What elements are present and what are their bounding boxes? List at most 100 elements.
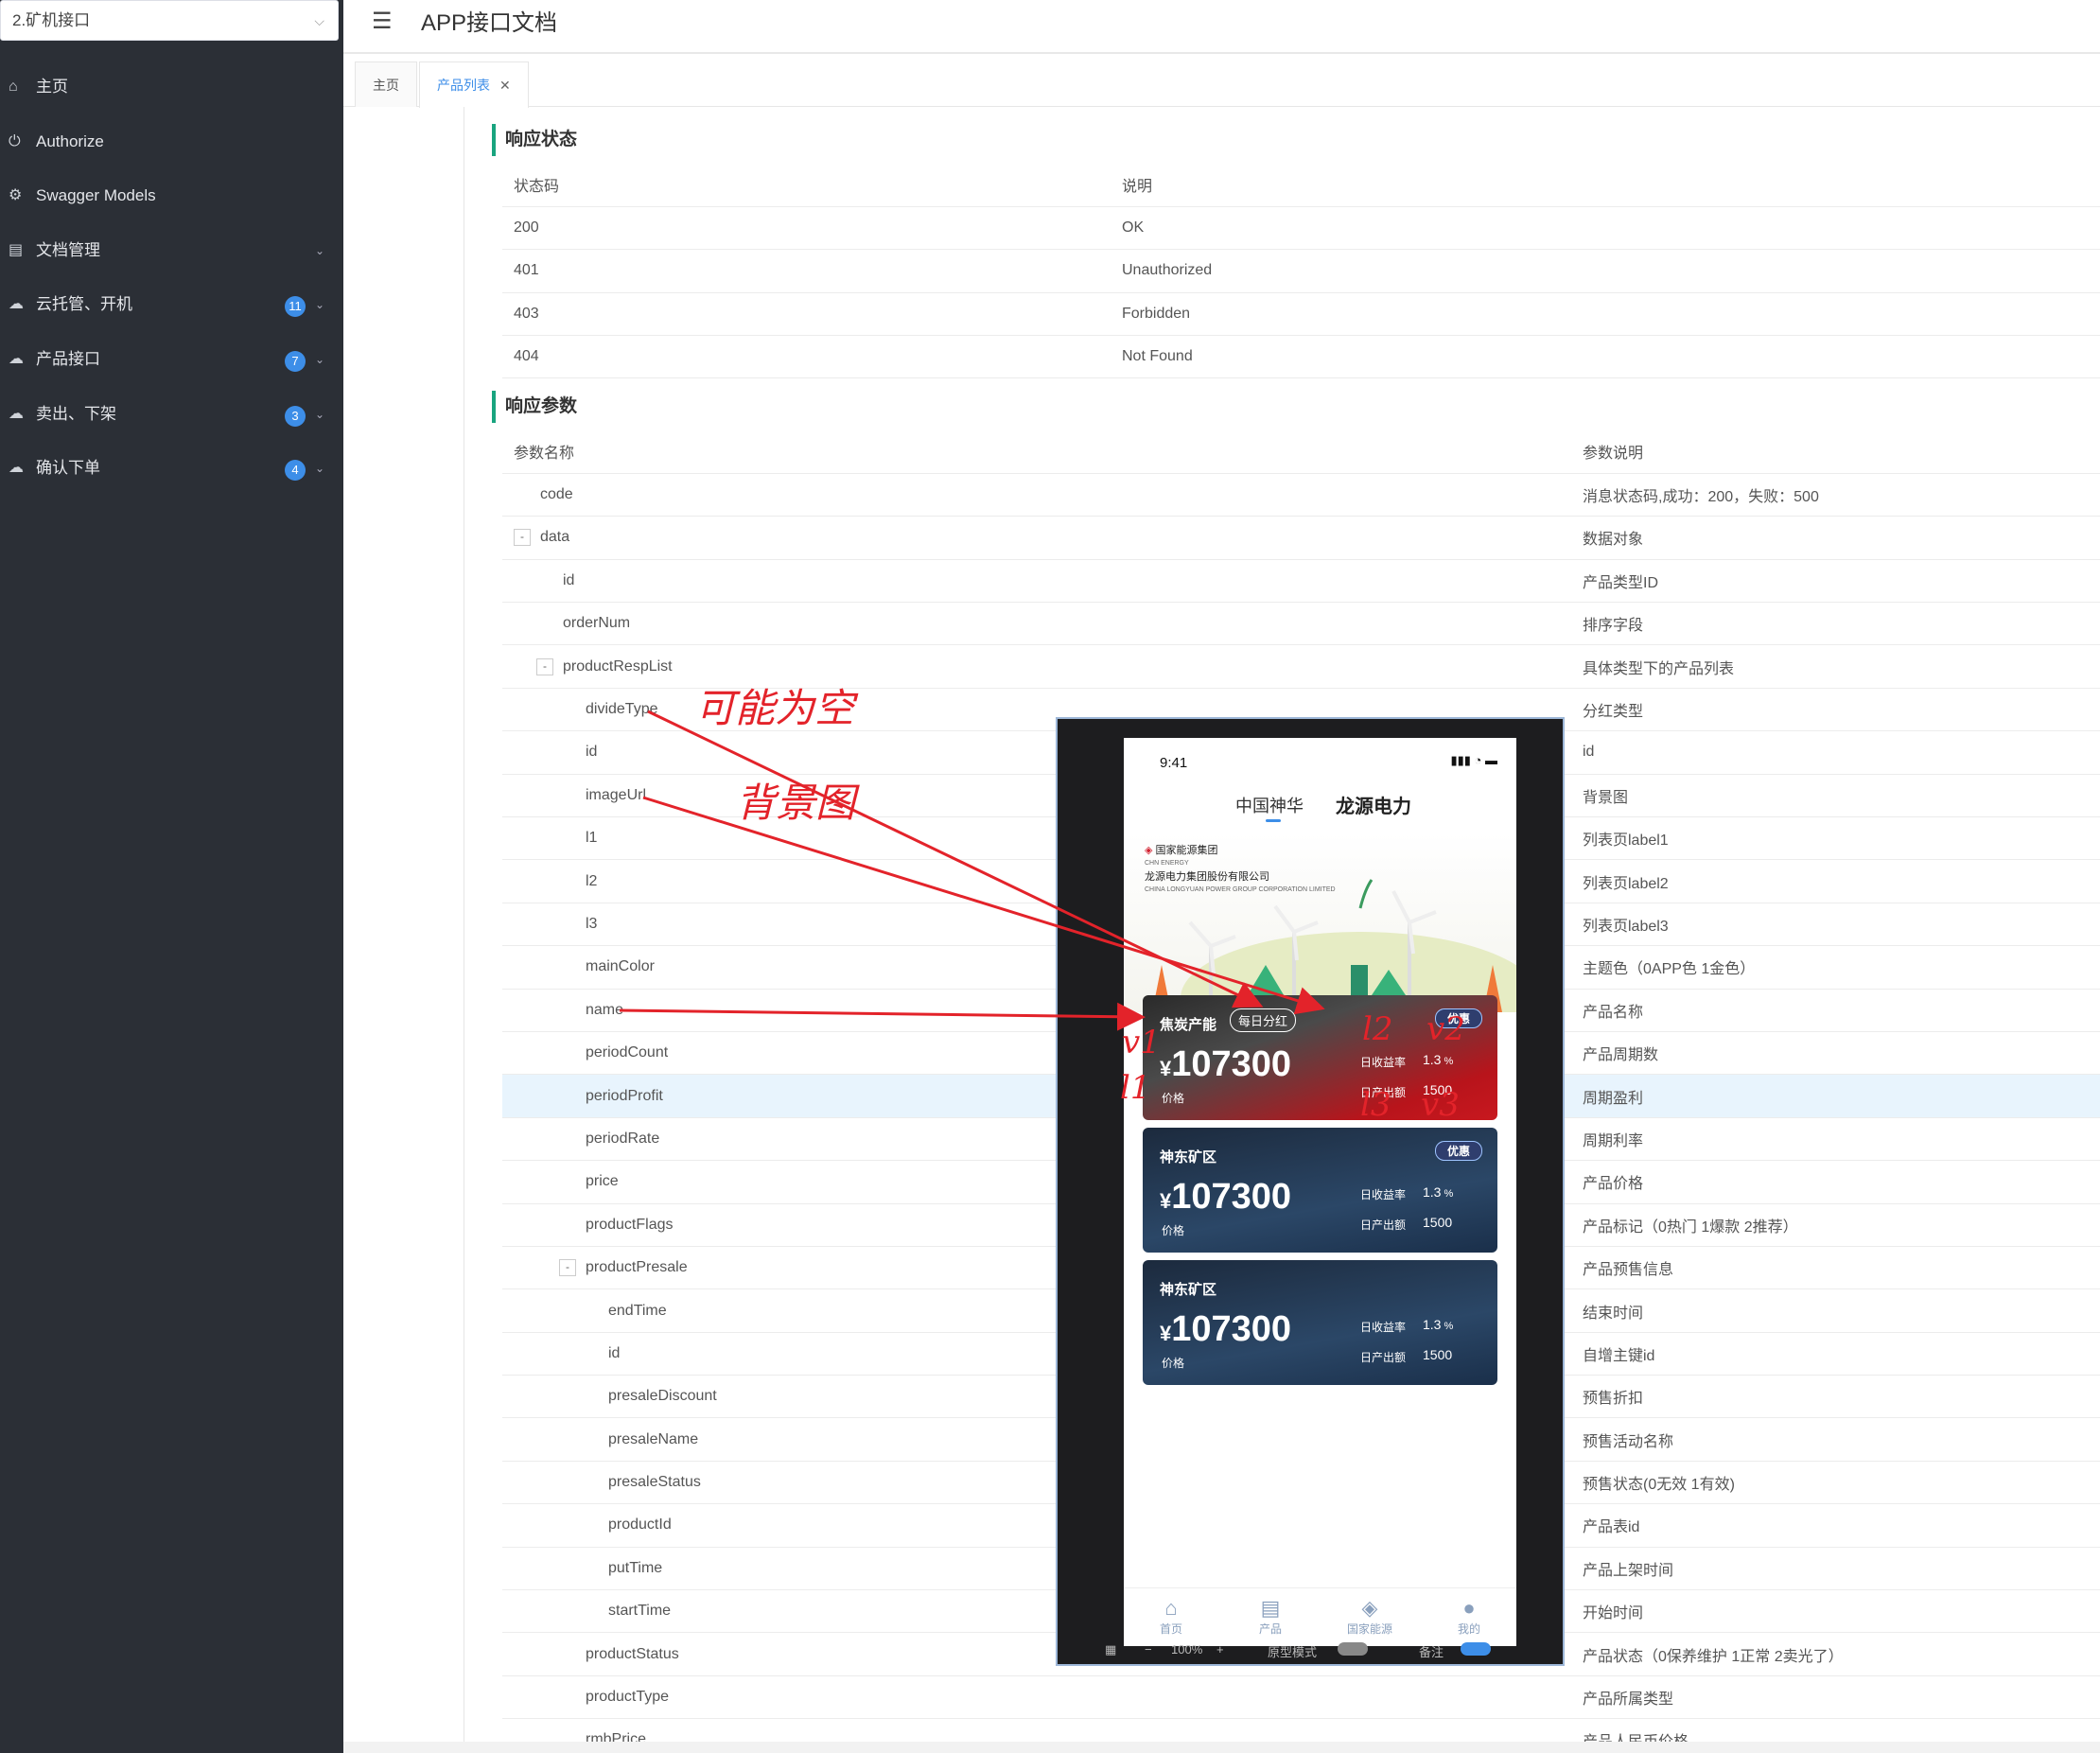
product-card[interactable]: 神东矿区 优惠 ¥107300 价格 日收益率 1.3% 日产出额 1500 [1143, 1128, 1497, 1253]
section-title-params: 响应参数 [492, 391, 577, 423]
count-badge: 4 [285, 460, 306, 482]
bottom-nav-item[interactable]: ▤ 产品 [1242, 1596, 1299, 1637]
chevron-down-icon[interactable]: ⌄ [315, 449, 324, 487]
count-badge: 3 [285, 405, 306, 427]
wind-turbine-illustration [1152, 879, 1516, 1012]
grid-icon[interactable]: ▦ [1105, 1642, 1116, 1657]
sidebar-item-1[interactable]: ⏻ Authorize [0, 123, 343, 178]
value-v3: 1500 [1423, 1347, 1453, 1362]
price-value: 107300 [1171, 1309, 1292, 1349]
sidebar-item-label: Authorize [36, 131, 104, 150]
sidebar-item-0[interactable]: ⌂ 主页 [0, 68, 343, 123]
bottom-nav-item[interactable]: ⌂ 首页 [1143, 1596, 1199, 1637]
param-name: presaleStatus [608, 1474, 701, 1491]
rate-unit: % [1444, 1056, 1454, 1067]
chevron-down-icon[interactable]: ⌄ [315, 232, 324, 270]
sidebar-nav: ⌂ 主页 ⏻ Authorize ⚙ Swagger Models ▤ 文档管理 ⌄ ☁ 云托管、开… [0, 68, 343, 504]
sidebar-item-7[interactable]: ☁ 确认下单 4 ⌄ [0, 449, 343, 504]
param-name: id [586, 744, 598, 761]
tab-product-list[interactable]: 产品列表 ✕ [419, 61, 529, 108]
table-row: 401 Unauthorized [502, 249, 2100, 293]
zoom-out-button[interactable]: − [1145, 1642, 1152, 1657]
param-name: productId [608, 1516, 672, 1534]
prototype-mode-toggle[interactable] [1338, 1642, 1368, 1656]
value-v2: 1.3% [1423, 1184, 1453, 1200]
param-desc: 分红类型 [1583, 688, 2100, 732]
count-badge: 7 [285, 350, 306, 372]
param-desc: 产品所属类型 [1583, 1675, 2100, 1720]
param-name-cell: - productRespList [502, 644, 1583, 689]
annotation-l1: l1 [1120, 1069, 1151, 1107]
document-icon: ▤ [9, 241, 24, 258]
bottom-nav-item[interactable]: ● 我的 [1441, 1596, 1497, 1637]
rate-unit: % [1444, 1321, 1454, 1332]
nav-label: 国家能源 [1346, 1622, 1392, 1636]
product-price: ¥107300 [1160, 1177, 1291, 1218]
table-header-row: 状态码 说明 [502, 164, 2100, 207]
param-name: l2 [586, 872, 598, 889]
table-row[interactable]: code 消息状态码,成功：200，失败：500 [502, 473, 2100, 517]
table-row[interactable]: productType 产品所属类型 [502, 1675, 2100, 1720]
sidebar-item-6[interactable]: ☁ 卖出、下架 3 ⌄ [0, 395, 343, 450]
collapse-toggle[interactable]: - [559, 1259, 576, 1276]
prototype-toolbar: ▦ − 100% + 原型模式 备注 [1097, 1637, 1542, 1665]
label-l3: 日产出额 [1360, 1218, 1407, 1232]
collapse-toggle[interactable]: - [514, 529, 531, 547]
param-desc: 产品标记（0热门 1爆款 2推荐） [1583, 1203, 2100, 1247]
param-name: productRespList [563, 657, 673, 675]
price-value: 107300 [1171, 1177, 1292, 1217]
table-row: 403 Forbidden [502, 292, 2100, 337]
product-card[interactable]: 神东矿区 ¥107300 价格 日收益率 1.3% 日产出额 1500 [1143, 1260, 1497, 1385]
table-cell: OK [1122, 206, 2100, 251]
sidebar-item-3[interactable]: ▤ 文档管理 ⌄ [0, 232, 343, 287]
annotation-v3: v3 [1421, 1086, 1460, 1124]
param-desc: 列表页label3 [1583, 903, 2100, 947]
tab-home[interactable]: 主页 [355, 61, 417, 107]
sidebar-item-5[interactable]: ☁ 产品接口 7 ⌄ [0, 341, 343, 395]
close-icon[interactable]: ✕ [499, 78, 511, 93]
status-table: 状态码 说明 200 OK 401 Unauthorized 403 Forbidden 404… [502, 164, 2100, 379]
param-name: putTime [608, 1559, 663, 1576]
menu-toggle-icon[interactable]: ☰ [372, 8, 393, 35]
chevron-down-icon[interactable]: ⌄ [315, 286, 324, 324]
phone-tab-longyuan[interactable]: 龙源电力 [1336, 791, 1411, 818]
lock-icon: ⏻ [9, 132, 21, 149]
column-header: 参数说明 [1583, 430, 2100, 474]
group-select[interactable]: 2.矿机接口 ⌵ [0, 0, 339, 41]
currency-symbol: ¥ [1160, 1189, 1172, 1213]
param-desc: 产品上架时间 [1583, 1547, 2100, 1591]
param-desc: 排序字段 [1583, 602, 2100, 646]
sidebar-item-2[interactable]: ⚙ Swagger Models [0, 177, 343, 232]
price-label: 价格 [1162, 1357, 1185, 1370]
top-header: ☰ APP接口文档 [343, 0, 2100, 54]
horizontal-scrollbar[interactable] [343, 1742, 2100, 1753]
param-desc: 预售活动名称 [1583, 1417, 2100, 1462]
product-name: 焦炭产能 [1160, 1017, 1217, 1033]
phone-tab-shenhua[interactable]: 中国神华 [1235, 793, 1304, 817]
annotation-background: 背景图 [736, 780, 856, 826]
param-desc: 结束时间 [1583, 1288, 2100, 1333]
nav-icon: ● [1462, 1596, 1476, 1620]
param-name-cell: code [502, 473, 1583, 517]
table-row[interactable]: id 产品类型ID [502, 559, 2100, 604]
param-name: presaleName [608, 1430, 699, 1447]
param-name: code [540, 486, 573, 503]
param-name-cell: id [502, 559, 1583, 604]
zoom-in-button[interactable]: + [1216, 1642, 1224, 1657]
collapse-toggle[interactable]: - [536, 657, 553, 675]
currency-symbol: ¥ [1160, 1057, 1172, 1080]
chevron-down-icon[interactable]: ⌄ [315, 341, 324, 378]
tab-indicator [1266, 819, 1281, 822]
chevron-down-icon[interactable]: ⌄ [315, 395, 324, 433]
bottom-nav-item[interactable]: ◈ 国家能源 [1341, 1596, 1398, 1637]
param-name: l1 [586, 830, 598, 847]
sidebar-item-4[interactable]: ☁ 云托管、开机 11 ⌄ [0, 286, 343, 341]
param-desc: 列表页label2 [1583, 859, 2100, 903]
param-name: divideType [586, 701, 658, 718]
table-row[interactable]: orderNum 排序字段 [502, 602, 2100, 646]
label-l2: 日收益率 [1360, 1321, 1407, 1334]
note-toggle[interactable] [1461, 1642, 1491, 1656]
param-desc: 预售状态(0无效 1有效) [1583, 1461, 2100, 1505]
table-row[interactable]: - data 数据对象 [502, 516, 2100, 560]
rate-unit: % [1444, 1188, 1454, 1200]
